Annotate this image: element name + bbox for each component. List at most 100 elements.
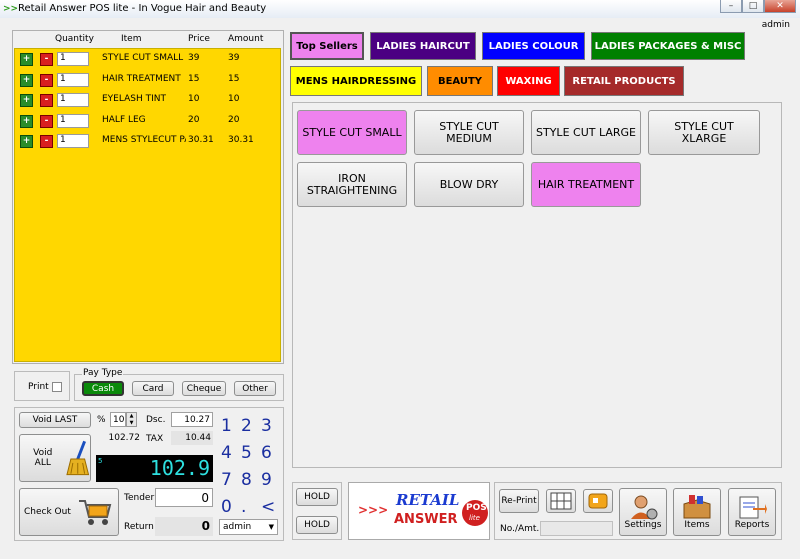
logo-arrows: >>>	[358, 503, 389, 517]
product-button[interactable]: STYLE CUT MEDIUM	[414, 110, 524, 155]
category-tab[interactable]: Top Sellers	[290, 32, 364, 60]
numpad-key[interactable]: 0	[221, 497, 232, 517]
maximize-button[interactable]: □	[742, 0, 764, 13]
row-item: EYELASH TINT	[102, 94, 166, 104]
increase-qty-button[interactable]: +	[20, 94, 33, 107]
product-button[interactable]: BLOW DRY	[414, 162, 524, 207]
tax-value: 10.44	[171, 431, 213, 445]
product-button[interactable]: IRON STRAIGHTENING	[297, 162, 407, 207]
puzzle-icon	[588, 493, 608, 509]
order-row[interactable]: + -1 EYELASH TINT 10 10	[20, 92, 280, 107]
row-item: HAIR TREATMENT	[102, 73, 181, 84]
order-row[interactable]: + -1 HAIR TREATMENT 15 15	[20, 72, 280, 87]
numpad-key[interactable]: 7	[221, 470, 232, 490]
decrease-qty-button[interactable]: -	[40, 135, 53, 148]
row-price: 20	[188, 114, 200, 125]
increase-qty-button[interactable]: +	[20, 53, 33, 66]
numpad-key[interactable]: 5	[241, 443, 252, 463]
settings-button[interactable]: Settings	[619, 488, 667, 536]
numpad-key[interactable]: 9	[261, 470, 272, 490]
card-button[interactable]: Card	[132, 381, 174, 396]
tender-label: Tender	[124, 493, 155, 503]
percent-input[interactable]: 10	[110, 412, 126, 427]
calculator-icon	[550, 492, 572, 510]
col-amount: Amount	[228, 34, 264, 44]
percent-label: %	[97, 415, 106, 425]
puzzle-button[interactable]	[583, 489, 613, 513]
pay-type-label: Pay Type	[82, 368, 124, 378]
row-amount: 30.31	[228, 135, 254, 145]
close-button[interactable]: ✕	[764, 0, 796, 13]
settings-person-icon	[631, 495, 658, 520]
qty-input[interactable]: 1	[57, 134, 89, 148]
numpad-key[interactable]: 3	[261, 416, 272, 436]
qty-input[interactable]: 1	[57, 113, 89, 128]
reports-button[interactable]: Reports	[728, 488, 776, 536]
items-button[interactable]: Items	[673, 488, 721, 536]
category-tab[interactable]: LADIES HAIRCUT	[370, 32, 476, 60]
tender-input[interactable]: 0	[155, 488, 213, 507]
row-item: STYLE CUT SMALL	[102, 53, 184, 63]
return-value: 0	[155, 517, 213, 536]
qty-input[interactable]: 1	[57, 72, 89, 87]
print-checkbox[interactable]	[52, 382, 62, 392]
numpad-key[interactable]: 8	[241, 470, 252, 490]
category-tab[interactable]: LADIES PACKAGES & MISC	[591, 32, 745, 60]
calculator-button[interactable]	[546, 489, 576, 513]
numpad-key[interactable]: 6	[261, 443, 272, 463]
order-row[interactable]: + -1 MENS STYLECUT PA 30.31 30.31	[20, 133, 280, 148]
row-amount: 20	[228, 114, 240, 125]
other-button[interactable]: Other	[234, 381, 276, 396]
decrease-qty-button[interactable]: -	[40, 73, 53, 87]
product-button[interactable]: STYLE CUT LARGE	[531, 110, 641, 155]
total-amount: 102.9	[149, 456, 210, 480]
order-row[interactable]: + -1 STYLE CUT SMALL 39 39	[20, 51, 280, 66]
void-all-button[interactable]: Void ALL	[19, 434, 91, 482]
numpad-key[interactable]: .	[241, 497, 246, 517]
category-tab[interactable]: WAXING	[497, 66, 560, 96]
category-tab[interactable]: MENS HAIRDRESSING	[290, 66, 422, 96]
reports-icon	[739, 496, 767, 519]
category-tab[interactable]: BEAUTY	[427, 66, 493, 96]
user-select[interactable]: admin ▼	[219, 519, 278, 535]
decrease-qty-button[interactable]: -	[40, 53, 53, 66]
minimize-button[interactable]: –	[720, 0, 742, 13]
decrease-qty-button[interactable]: -	[40, 94, 53, 107]
product-button[interactable]: STYLE CUT SMALL	[297, 110, 407, 155]
void-all-label: Void ALL	[33, 448, 53, 468]
row-price: 30.31	[188, 135, 214, 145]
row-amount: 39	[228, 53, 240, 63]
numpad-key[interactable]: 1	[221, 416, 232, 436]
increase-qty-button[interactable]: +	[20, 135, 33, 148]
qty-input[interactable]: 1	[57, 52, 89, 66]
percent-spinner[interactable]: ▲ ▼	[126, 412, 137, 427]
reprint-button[interactable]: Re-Print	[499, 489, 539, 513]
cash-button[interactable]: Cash	[82, 381, 124, 396]
cheque-button[interactable]: Cheque	[182, 381, 226, 396]
shopping-cart-icon	[78, 500, 112, 525]
hold-button-2[interactable]: HOLD	[296, 516, 338, 534]
category-tab[interactable]: LADIES COLOUR	[482, 32, 585, 60]
col-item: Item	[121, 34, 142, 44]
products-panel	[292, 102, 782, 468]
product-button[interactable]: HAIR TREATMENT	[531, 162, 641, 207]
void-last-button[interactable]: Void LAST	[19, 412, 91, 428]
order-row[interactable]: + -1 HALF LEG 20 20	[20, 113, 280, 128]
product-button[interactable]: STYLE CUT XLARGE	[648, 110, 760, 155]
chevron-down-icon: ▼	[268, 523, 274, 531]
row-amount: 10	[228, 94, 240, 104]
qty-input[interactable]: 1	[57, 93, 89, 107]
decrease-qty-button[interactable]: -	[40, 114, 53, 128]
increase-qty-button[interactable]: +	[20, 114, 33, 128]
row-amount: 15	[228, 73, 240, 84]
window-title: Retail Answer POS lite - In Vogue Hair a…	[18, 3, 267, 14]
category-tab[interactable]: RETAIL PRODUCTS	[564, 66, 684, 96]
hold-button-1[interactable]: HOLD	[296, 488, 338, 506]
numpad-key[interactable]: 2	[241, 416, 252, 436]
check-out-button[interactable]: Check Out	[19, 488, 119, 536]
numpad-key[interactable]: <	[261, 497, 275, 517]
numpad-key[interactable]: 4	[221, 443, 232, 463]
increase-qty-button[interactable]: +	[20, 73, 33, 87]
user-select-value: admin	[223, 522, 252, 532]
discount-field: 10.27	[171, 412, 213, 427]
